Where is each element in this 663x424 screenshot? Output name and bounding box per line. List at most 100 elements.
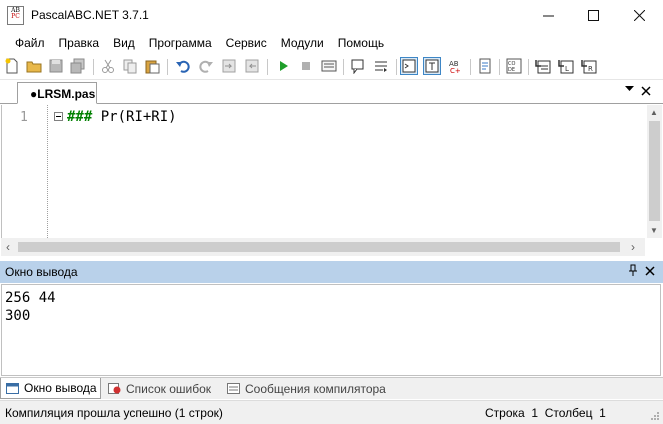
minimize-button[interactable]	[525, 0, 571, 30]
step-out-button[interactable]: R	[580, 57, 598, 75]
tab-error-list[interactable]: Список ошибок	[103, 378, 220, 399]
menu-bar: Файл Правка Вид Программа Сервис Модули …	[0, 32, 663, 54]
text-icon	[425, 59, 439, 73]
menu-edit[interactable]: Правка	[52, 36, 107, 50]
svg-text:C+: C+	[450, 67, 461, 74]
code-editor[interactable]: 1 ### Pr(RI+RI) ▲ ▼	[1, 105, 662, 238]
menu-view[interactable]: Вид	[106, 36, 142, 50]
title-bar: AB PC PascalABC.NET 3.7.1	[0, 0, 663, 32]
close-tab-button[interactable]	[641, 83, 651, 99]
step-over-button[interactable]: L	[557, 57, 575, 75]
stop-button[interactable]	[297, 57, 315, 75]
maximize-icon	[587, 9, 599, 21]
close-icon	[641, 86, 651, 96]
format-button[interactable]	[476, 57, 494, 75]
scroll-down-icon[interactable]: ▼	[650, 226, 658, 235]
svg-text:DE: DE	[508, 67, 515, 73]
paste-icon	[145, 60, 160, 74]
copy-button[interactable]	[121, 57, 139, 75]
row-value: 1	[531, 406, 539, 420]
output-line: 300	[5, 308, 31, 324]
output-window-icon	[402, 59, 416, 73]
code-icon: CODE	[506, 58, 522, 74]
save-button[interactable]	[47, 57, 65, 75]
fold-toggle[interactable]	[54, 112, 63, 121]
row-label: Строка	[485, 406, 525, 420]
tab-output-window[interactable]: Окно вывода	[0, 378, 101, 399]
tab-list-dropdown[interactable]	[625, 84, 634, 95]
output-panel-header: Окно вывода	[0, 261, 663, 283]
menu-program[interactable]: Программа	[142, 36, 219, 50]
run-button[interactable]	[274, 57, 292, 75]
editor-horizontal-scrollbar[interactable]: ‹ ›	[1, 238, 645, 256]
spellcheck-button[interactable]: AB C+	[447, 57, 465, 75]
save-all-button[interactable]	[69, 57, 87, 75]
app-icon: AB PC	[7, 6, 24, 25]
output-close-button[interactable]	[645, 263, 655, 279]
scroll-right-icon[interactable]: ›	[631, 240, 635, 254]
tab-compiler-messages[interactable]: Сообщения компилятора	[222, 378, 402, 399]
step-into-icon	[535, 60, 551, 74]
output-window-button[interactable]	[400, 57, 418, 75]
step-out-icon: R	[581, 60, 597, 74]
code-button[interactable]: CO DE	[505, 57, 523, 75]
menu-service[interactable]: Сервис	[219, 36, 274, 50]
menu-help[interactable]: Помощь	[331, 36, 391, 50]
indent-button[interactable]	[220, 57, 238, 75]
error-list-icon	[108, 383, 121, 394]
scroll-up-icon[interactable]: ▲	[650, 108, 658, 117]
menu-modules[interactable]: Модули	[274, 36, 331, 50]
chevron-down-icon	[625, 86, 634, 91]
pin-icon	[629, 264, 637, 276]
status-message: Компиляция прошла успешно (1 строк)	[5, 406, 223, 420]
menu-file[interactable]: Файл	[8, 36, 52, 50]
status-bar: Компиляция прошла успешно (1 строк) Стро…	[0, 400, 663, 424]
uncomment-icon	[375, 61, 387, 72]
open-button[interactable]	[25, 57, 43, 75]
output-panel-title: Окно вывода	[5, 265, 78, 279]
code-directive: ###	[67, 109, 93, 125]
cut-button[interactable]	[99, 57, 117, 75]
close-icon	[633, 9, 645, 21]
step-over-icon: L	[558, 60, 574, 74]
run-icon	[280, 61, 288, 71]
cut-icon	[102, 59, 114, 73]
editor-vertical-scrollbar[interactable]: ▲ ▼	[647, 105, 662, 238]
maximize-button[interactable]	[570, 0, 616, 30]
debug-button[interactable]	[320, 57, 338, 75]
uncomment-button[interactable]	[372, 57, 390, 75]
paste-button[interactable]	[143, 57, 161, 75]
outdent-button[interactable]	[243, 57, 261, 75]
scroll-left-icon[interactable]: ‹	[6, 240, 10, 254]
code-expression: Pr(RI+RI)	[92, 109, 177, 125]
tab-compiler-messages-label: Сообщения компилятора	[245, 381, 386, 396]
app-icon-text-bottom: PC	[11, 13, 20, 20]
undo-button[interactable]	[174, 57, 192, 75]
copy-icon	[123, 59, 137, 74]
new-file-button[interactable]	[3, 57, 21, 75]
output-text-area[interactable]: 256 44 300	[1, 284, 661, 376]
redo-button[interactable]	[197, 57, 215, 75]
debug-icon	[321, 60, 337, 72]
comment-icon	[351, 59, 364, 74]
compiler-messages-icon	[227, 383, 240, 394]
vertical-scroll-thumb[interactable]	[649, 121, 660, 221]
indent-icon	[222, 59, 236, 73]
horizontal-scroll-thumb[interactable]	[18, 242, 620, 252]
comment-button[interactable]	[349, 57, 367, 75]
close-button[interactable]	[616, 0, 662, 30]
resize-grip-icon[interactable]	[650, 411, 660, 421]
text-button[interactable]	[423, 57, 441, 75]
window-title: PascalABC.NET 3.7.1	[31, 8, 149, 22]
redo-icon	[199, 60, 213, 73]
output-window-icon	[6, 382, 19, 394]
pin-button[interactable]	[628, 264, 638, 279]
save-icon	[49, 59, 63, 73]
column-value: 1	[599, 406, 606, 420]
step-into-button[interactable]	[534, 57, 552, 75]
close-icon	[645, 266, 655, 276]
line-number-gutter: 1	[2, 105, 48, 238]
code-line[interactable]: ### Pr(RI+RI)	[67, 109, 177, 125]
tab-error-list-label: Список ошибок	[126, 381, 212, 396]
tab-lrsm-pas[interactable]: ●LRSM.pas	[17, 82, 97, 104]
